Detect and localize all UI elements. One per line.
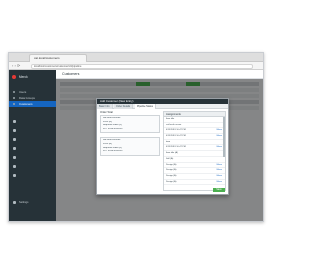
- page-title: Customers: [56, 70, 263, 79]
- nav-icon[interactable]: [12, 174, 16, 177]
- nav-icon[interactable]: [12, 156, 16, 159]
- nav-icon[interactable]: [12, 138, 16, 141]
- users-icon: [12, 91, 15, 93]
- order-line: FHT 2019-09-2034: [103, 150, 123, 153]
- assignments-pane: Assignments Item title cat.local.co.mm 4/1…: [163, 111, 226, 191]
- move-button[interactable]: Move: [217, 129, 222, 133]
- order-pane: Order Total cat.local.co/order Point (A)…: [100, 111, 160, 191]
- app-logo-icon: [12, 75, 16, 79]
- nav-icon[interactable]: [12, 165, 16, 168]
- tab-pipeline-status[interactable]: Pipeline Status: [135, 104, 156, 109]
- list-item-text: Design (A): [166, 180, 177, 183]
- sidebar: Merck Users Data Groups Customers Settin…: [9, 70, 56, 221]
- order-box[interactable]: cat.local.co/order Point (B) Required Fi…: [100, 137, 160, 156]
- sidebar-item-label: Customers: [19, 102, 33, 106]
- app-name: Merck: [19, 75, 28, 79]
- settings-icon[interactable]: [12, 201, 16, 204]
- move-button[interactable]: Move: [217, 181, 222, 185]
- sidebar-item-customers[interactable]: Customers: [9, 101, 56, 107]
- sidebar-item-label: Data Groups: [19, 96, 35, 100]
- move-button[interactable]: Move: [217, 169, 222, 173]
- data-groups-icon: [12, 97, 15, 99]
- scrollbar[interactable]: [223, 117, 225, 157]
- nav-icon[interactable]: [12, 129, 16, 132]
- url-field[interactable]: localhost/customers/customer/c0/pipeline: [31, 63, 253, 69]
- order-box[interactable]: cat.local.co/order Point (A) Required Fi…: [100, 115, 160, 134]
- move-button[interactable]: Move: [217, 135, 222, 139]
- address-bar: ‹ › ⟳ localhost/customers/customer/c0/pi…: [9, 62, 263, 70]
- move-button[interactable]: Move: [217, 175, 222, 179]
- browser-tab[interactable]: cat.local/customers: [29, 54, 87, 62]
- save-button[interactable]: Save: [213, 188, 225, 192]
- tab-basic-info[interactable]: Basic Info: [97, 104, 113, 109]
- sidebar-footer[interactable]: Settings: [19, 201, 28, 204]
- add-customer-dialog: Add Customer (New Entry) Basic Info Orde…: [96, 98, 229, 195]
- sidebar-item-label: Users: [19, 90, 27, 94]
- browser-tabbar: cat.local/customers: [9, 53, 263, 62]
- tab-order-details[interactable]: Order Details: [114, 104, 134, 109]
- move-button[interactable]: Move: [217, 164, 222, 168]
- order-line: FHT 2019-09-2034: [103, 127, 123, 130]
- nav-icon[interactable]: [12, 147, 16, 150]
- nav-arrows-icon[interactable]: ‹ › ⟳: [12, 63, 20, 69]
- nav-icon[interactable]: [12, 120, 16, 123]
- move-button[interactable]: Move: [217, 146, 222, 150]
- customers-icon: [12, 103, 15, 105]
- list-item[interactable]: Design (A) Move: [164, 180, 225, 186]
- dialog-tabs: Basic Info Order Details Pipeline Status: [97, 104, 228, 109]
